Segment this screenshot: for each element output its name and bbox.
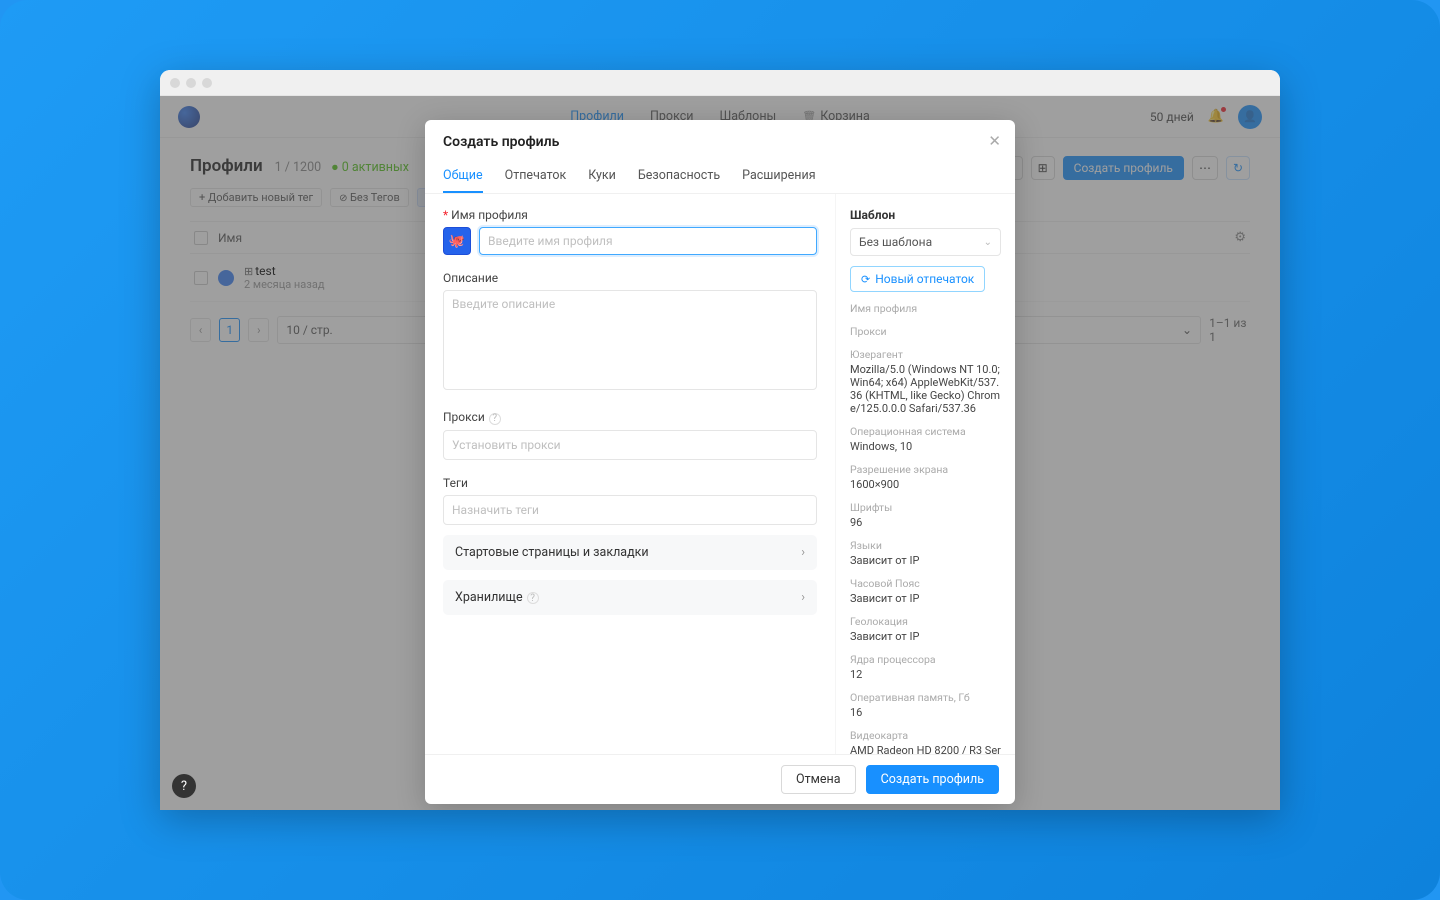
summary-cpu-v: 12: [850, 668, 1001, 681]
chevron-right-icon: ›: [801, 590, 805, 605]
summary-tz-k: Часовой Пояс: [850, 577, 1001, 590]
name-label: *Имя профиля: [443, 208, 817, 222]
collapse-start-pages[interactable]: Стартовые страницы и закладки›: [443, 535, 817, 570]
summary-ua-v: Mozilla/5.0 (Windows NT 10.0; Win64; x64…: [850, 363, 1001, 415]
collapse-storage[interactable]: Хранилище?›: [443, 580, 817, 615]
summary-fonts-k: Шрифты: [850, 501, 1001, 514]
close-icon[interactable]: ✕: [988, 132, 1001, 150]
summary-fonts-v: 96: [850, 516, 1001, 529]
tab-extensions[interactable]: Расширения: [742, 160, 815, 193]
summary-name-k: Имя профиля: [850, 302, 1001, 315]
tags-label: Теги: [443, 476, 817, 490]
desc-label: Описание: [443, 271, 817, 285]
template-label: Шаблон: [850, 208, 1001, 222]
window-titlebar: [160, 70, 1280, 96]
tab-security[interactable]: Безопасность: [638, 160, 720, 193]
summary-geo-k: Геолокация: [850, 615, 1001, 628]
tab-general[interactable]: Общие: [443, 160, 483, 193]
summary-proxy-k: Прокси: [850, 325, 1001, 338]
close-dot[interactable]: [170, 78, 180, 88]
proxy-info-icon[interactable]: ?: [489, 413, 501, 425]
summary-cpu-k: Ядра процессора: [850, 653, 1001, 666]
profile-name-input[interactable]: [479, 227, 817, 255]
create-profile-modal: ✕ Создать профиль Общие Отпечаток Куки Б…: [425, 120, 1015, 804]
summary-tz-v: Зависит от IP: [850, 592, 1001, 605]
description-input[interactable]: [443, 290, 817, 390]
chevron-down-icon: ⌄: [984, 237, 992, 248]
proxy-input[interactable]: [443, 430, 817, 460]
summary-ram-v: 16: [850, 706, 1001, 719]
summary-ua-k: Юзерагент: [850, 348, 1001, 361]
proxy-label: Прокси?: [443, 410, 817, 425]
summary-gpu-k: Видеокарта: [850, 729, 1001, 742]
min-dot[interactable]: [186, 78, 196, 88]
profile-avatar-picker[interactable]: 🐙: [443, 227, 471, 255]
summary-os-v: Windows, 10: [850, 440, 1001, 453]
summary-res-v: 1600×900: [850, 478, 1001, 491]
tab-cookies[interactable]: Куки: [588, 160, 616, 193]
summary-res-k: Разрешение экрана: [850, 463, 1001, 476]
summary-lang-v: Зависит от IP: [850, 554, 1001, 567]
max-dot[interactable]: [202, 78, 212, 88]
help-icon[interactable]: ?: [172, 774, 196, 798]
summary-ram-k: Оперативная память, Гб: [850, 691, 1001, 704]
summary-os-k: Операционная система: [850, 425, 1001, 438]
storage-info-icon[interactable]: ?: [527, 592, 539, 604]
summary-lang-k: Языки: [850, 539, 1001, 552]
new-fingerprint-button[interactable]: Новый отпечаток: [850, 266, 985, 292]
modal-title: Создать профиль: [443, 134, 997, 150]
template-select[interactable]: Без шаблона⌄: [850, 228, 1001, 256]
create-button[interactable]: Создать профиль: [866, 765, 999, 794]
chevron-right-icon: ›: [801, 545, 805, 560]
tab-fingerprint[interactable]: Отпечаток: [505, 160, 567, 193]
cancel-button[interactable]: Отмена: [781, 765, 856, 794]
summary-gpu-v: AMD Radeon HD 8200 / R3 Series: [850, 744, 1001, 754]
summary-geo-v: Зависит от IP: [850, 630, 1001, 643]
tags-input[interactable]: [443, 495, 817, 525]
